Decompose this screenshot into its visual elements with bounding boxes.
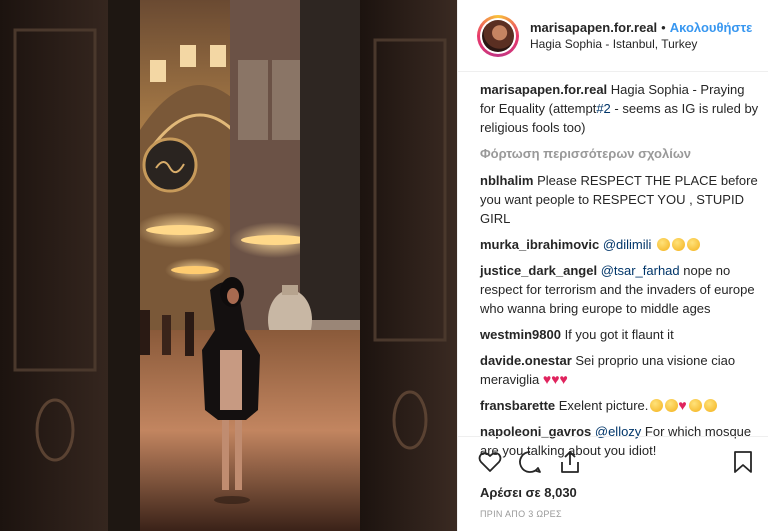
comment-item: murka_ibrahimovic @dilimili [480, 235, 762, 254]
avatar[interactable] [477, 14, 519, 57]
instagram-post: marisapapen.for.real • Ακολουθήστε Hagia… [0, 0, 768, 531]
location-link[interactable]: Hagia Sophia - Istanbul, Turkey [530, 36, 752, 53]
heart-emoji-icon: ♥ [542, 371, 552, 387]
comment-text: If you got it flaunt it [564, 327, 674, 342]
post-side-panel: marisapapen.for.real • Ακολουθήστε Hagia… [457, 0, 768, 531]
comment-username[interactable]: fransbarette [480, 398, 555, 413]
caption: marisapapen.for.real Hagia Sophia - Pray… [480, 80, 762, 137]
load-more-comments[interactable]: Φόρτωση περισσότερων σχολίων [480, 144, 762, 163]
comment-username[interactable]: justice_dark_angel [480, 263, 597, 278]
comment-username[interactable]: nblhalim [480, 173, 533, 188]
comment-mention[interactable]: @tsar_farhad [601, 263, 680, 278]
comment-icon[interactable] [517, 449, 543, 475]
comment-username[interactable]: murka_ibrahimovic [480, 237, 599, 252]
caption-username[interactable]: marisapapen.for.real [480, 82, 607, 97]
post-timestamp[interactable]: ΠΡΙΝ ΑΠΟ 3 ΩΡΕΣ [480, 509, 562, 519]
heart-icon[interactable] [477, 449, 503, 475]
comment-list: marisapapen.for.real Hagia Sophia - Pray… [480, 80, 762, 467]
share-icon[interactable] [557, 449, 583, 475]
comment-username[interactable]: davide.onestar [480, 353, 572, 368]
comment-item: fransbarette Exelent picture. ♥ [480, 396, 762, 415]
heart-emoji-icon: ♥ [551, 371, 560, 387]
bookmark-icon[interactable] [731, 449, 755, 475]
caption-hashtag[interactable]: #2 [596, 101, 610, 116]
thumbs-up-emoji-icon [650, 399, 664, 412]
emoji-icon [687, 238, 701, 251]
comment-item: nblhalim Please RESPECT THE PLACE before… [480, 171, 762, 228]
smile-emoji-icon [688, 399, 702, 412]
emoji-icon [657, 238, 671, 251]
follow-button[interactable]: Ακολουθήστε [670, 19, 753, 36]
post-header: marisapapen.for.real • Ακολουθήστε Hagia… [458, 0, 768, 72]
likes-count[interactable]: Αρέσει σε 8,030 [480, 485, 577, 500]
comment-username[interactable]: westmin9800 [480, 327, 561, 342]
header-username[interactable]: marisapapen.for.real [530, 19, 657, 36]
action-bar: Αρέσει σε 8,030 ΠΡΙΝ ΑΠΟ 3 ΩΡΕΣ [458, 436, 768, 532]
comment-item: justice_dark_angel @tsar_farhad nope no … [480, 261, 762, 318]
comment-text: Exelent picture. [558, 398, 649, 413]
comment-item: davide.onestar Sei proprio una visione c… [480, 351, 762, 389]
heart-emoji-icon: ♥ [678, 397, 687, 413]
header-separator: • [661, 19, 666, 35]
comment-mention[interactable]: @dilimili [603, 237, 652, 252]
sparkle-emoji-icon [703, 399, 717, 412]
comment-item: westmin9800 If you got it flaunt it [480, 325, 762, 344]
hagia-sophia-photo [0, 0, 457, 531]
post-photo[interactable] [0, 0, 457, 531]
emoji-icon [672, 238, 686, 251]
ok-hand-emoji-icon [665, 399, 679, 412]
heart-emoji-icon: ♥ [559, 371, 568, 387]
